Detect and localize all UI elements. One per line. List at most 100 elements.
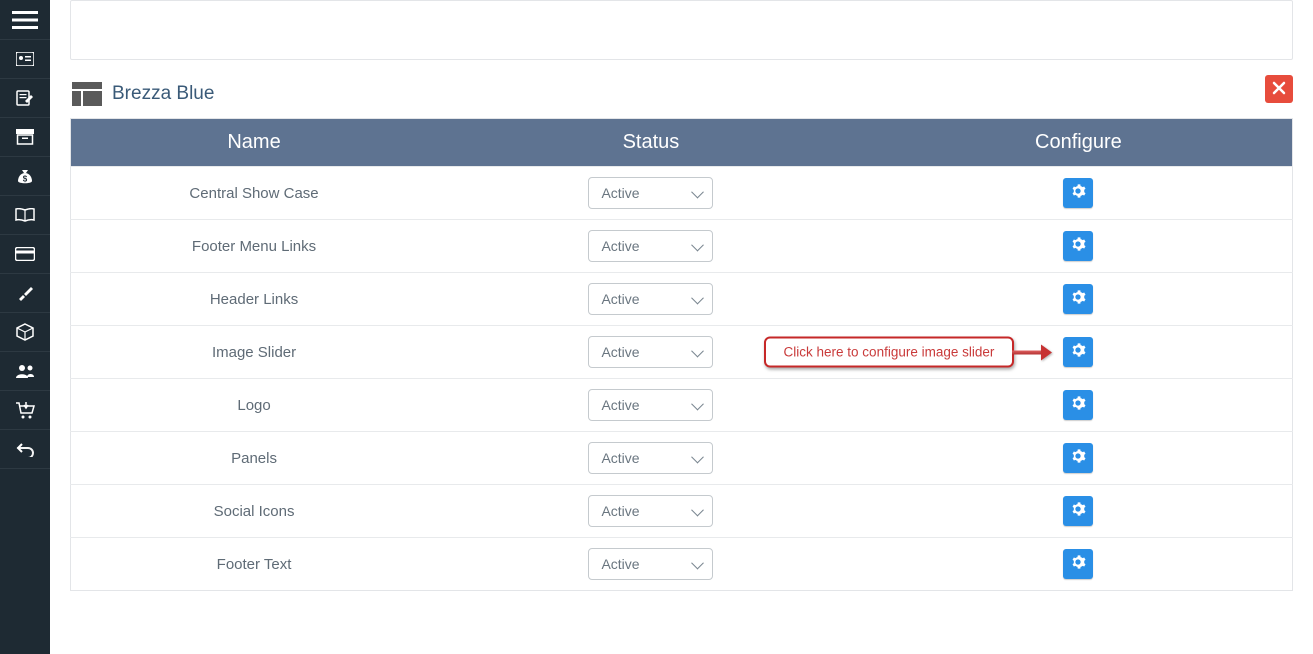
table-row: Central Show Case Active <box>71 167 1293 220</box>
table-row: Footer Text Active <box>71 538 1293 591</box>
status-select-value: Active <box>601 185 639 201</box>
row-name: Panels <box>71 432 438 485</box>
table-row: Logo Active <box>71 379 1293 432</box>
row-configure-cell: Click here to configure image slider <box>865 326 1293 379</box>
configure-button[interactable] <box>1063 443 1093 473</box>
row-status-cell: Active <box>437 432 865 485</box>
callout: Click here to configure image slider <box>764 337 1053 368</box>
sidebar-item-4[interactable]: $ <box>0 157 50 196</box>
status-select[interactable]: Active <box>588 442 713 474</box>
status-select-value: Active <box>601 503 639 519</box>
menu-icon <box>12 11 38 29</box>
book-icon <box>15 208 35 222</box>
status-select[interactable]: Active <box>588 389 713 421</box>
configure-wrapper <box>873 496 1284 526</box>
sidebar-item-2[interactable] <box>0 79 50 118</box>
configure-wrapper <box>873 284 1284 314</box>
status-select[interactable]: Active <box>588 548 713 580</box>
sidebar-item-6[interactable] <box>0 235 50 274</box>
status-select-value: Active <box>601 450 639 466</box>
brush-icon <box>16 284 34 302</box>
cart-down-icon <box>15 401 35 419</box>
row-status-cell: Active <box>437 220 865 273</box>
sidebar-item-7[interactable] <box>0 274 50 313</box>
gear-icon <box>1070 501 1086 521</box>
configure-wrapper <box>873 231 1284 261</box>
sidebar-item-10[interactable] <box>0 391 50 430</box>
close-button[interactable] <box>1265 75 1293 103</box>
callout-arrow-icon <box>1012 344 1052 360</box>
row-status-cell: Active <box>437 379 865 432</box>
row-name: Central Show Case <box>71 167 438 220</box>
row-status-cell: Active <box>437 167 865 220</box>
sidebar-item-11[interactable] <box>0 430 50 469</box>
row-configure-cell <box>865 538 1293 591</box>
status-select[interactable]: Active <box>588 336 713 368</box>
configure-wrapper <box>873 549 1284 579</box>
menu-toggle-button[interactable] <box>0 0 50 40</box>
status-select[interactable]: Active <box>588 230 713 262</box>
callout-text: Click here to configure image slider <box>764 337 1015 368</box>
gear-icon <box>1070 289 1086 309</box>
col-configure: Configure <box>865 119 1293 167</box>
archive-icon <box>16 129 34 145</box>
svg-text:$: $ <box>23 175 28 184</box>
row-status-cell: Active <box>437 538 865 591</box>
configure-button[interactable] <box>1063 231 1093 261</box>
sidebar-item-1[interactable] <box>0 40 50 79</box>
row-status-cell: Active <box>437 273 865 326</box>
table-row: Social Icons Active <box>71 485 1293 538</box>
panel-header: Brezza Blue <box>70 78 1293 110</box>
configure-button[interactable] <box>1063 496 1093 526</box>
row-configure-cell <box>865 273 1293 326</box>
configure-wrapper <box>873 443 1284 473</box>
table-row: Header Links Active <box>71 273 1293 326</box>
row-configure-cell <box>865 220 1293 273</box>
sidebar-item-5[interactable] <box>0 196 50 235</box>
users-icon <box>15 363 35 379</box>
sidebar-item-3[interactable] <box>0 118 50 157</box>
row-name: Image Slider <box>71 326 438 379</box>
configure-button[interactable] <box>1063 337 1093 367</box>
status-select-value: Active <box>601 238 639 254</box>
gear-icon <box>1070 342 1086 362</box>
row-name: Header Links <box>71 273 438 326</box>
status-select[interactable]: Active <box>588 283 713 315</box>
close-icon <box>1272 80 1286 98</box>
col-name: Name <box>71 119 438 167</box>
gear-icon <box>1070 395 1086 415</box>
status-select-value: Active <box>601 397 639 413</box>
money-bag-icon: $ <box>17 167 33 185</box>
row-name: Footer Menu Links <box>71 220 438 273</box>
col-status: Status <box>437 119 865 167</box>
table-row: Panels Active <box>71 432 1293 485</box>
row-name: Footer Text <box>71 538 438 591</box>
gear-icon <box>1070 554 1086 574</box>
configure-button[interactable] <box>1063 390 1093 420</box>
gear-icon <box>1070 236 1086 256</box>
main-content: Brezza Blue Name Status Configure Centra… <box>50 0 1313 654</box>
configure-wrapper <box>873 178 1284 208</box>
status-select-value: Active <box>601 291 639 307</box>
configure-button[interactable] <box>1063 284 1093 314</box>
row-name: Logo <box>71 379 438 432</box>
gear-icon <box>1070 448 1086 468</box>
configure-wrapper <box>873 390 1284 420</box>
sidebar-item-9[interactable] <box>0 352 50 391</box>
status-select[interactable]: Active <box>588 495 713 527</box>
configure-button[interactable] <box>1063 178 1093 208</box>
status-select[interactable]: Active <box>588 177 713 209</box>
row-configure-cell <box>865 485 1293 538</box>
configure-button[interactable] <box>1063 549 1093 579</box>
sections-table: Name Status Configure Central Show Case A… <box>70 118 1293 591</box>
table-row: Image Slider Active Click here to configur… <box>71 326 1293 379</box>
status-select-value: Active <box>601 344 639 360</box>
sidebar: $ <box>0 0 50 654</box>
row-configure-cell <box>865 167 1293 220</box>
edit-note-icon <box>16 89 34 107</box>
sidebar-item-8[interactable] <box>0 313 50 352</box>
theme-layout-icon <box>72 82 102 106</box>
row-name: Social Icons <box>71 485 438 538</box>
panel-title: Brezza Blue <box>112 83 214 105</box>
top-placeholder-panel <box>70 0 1293 60</box>
